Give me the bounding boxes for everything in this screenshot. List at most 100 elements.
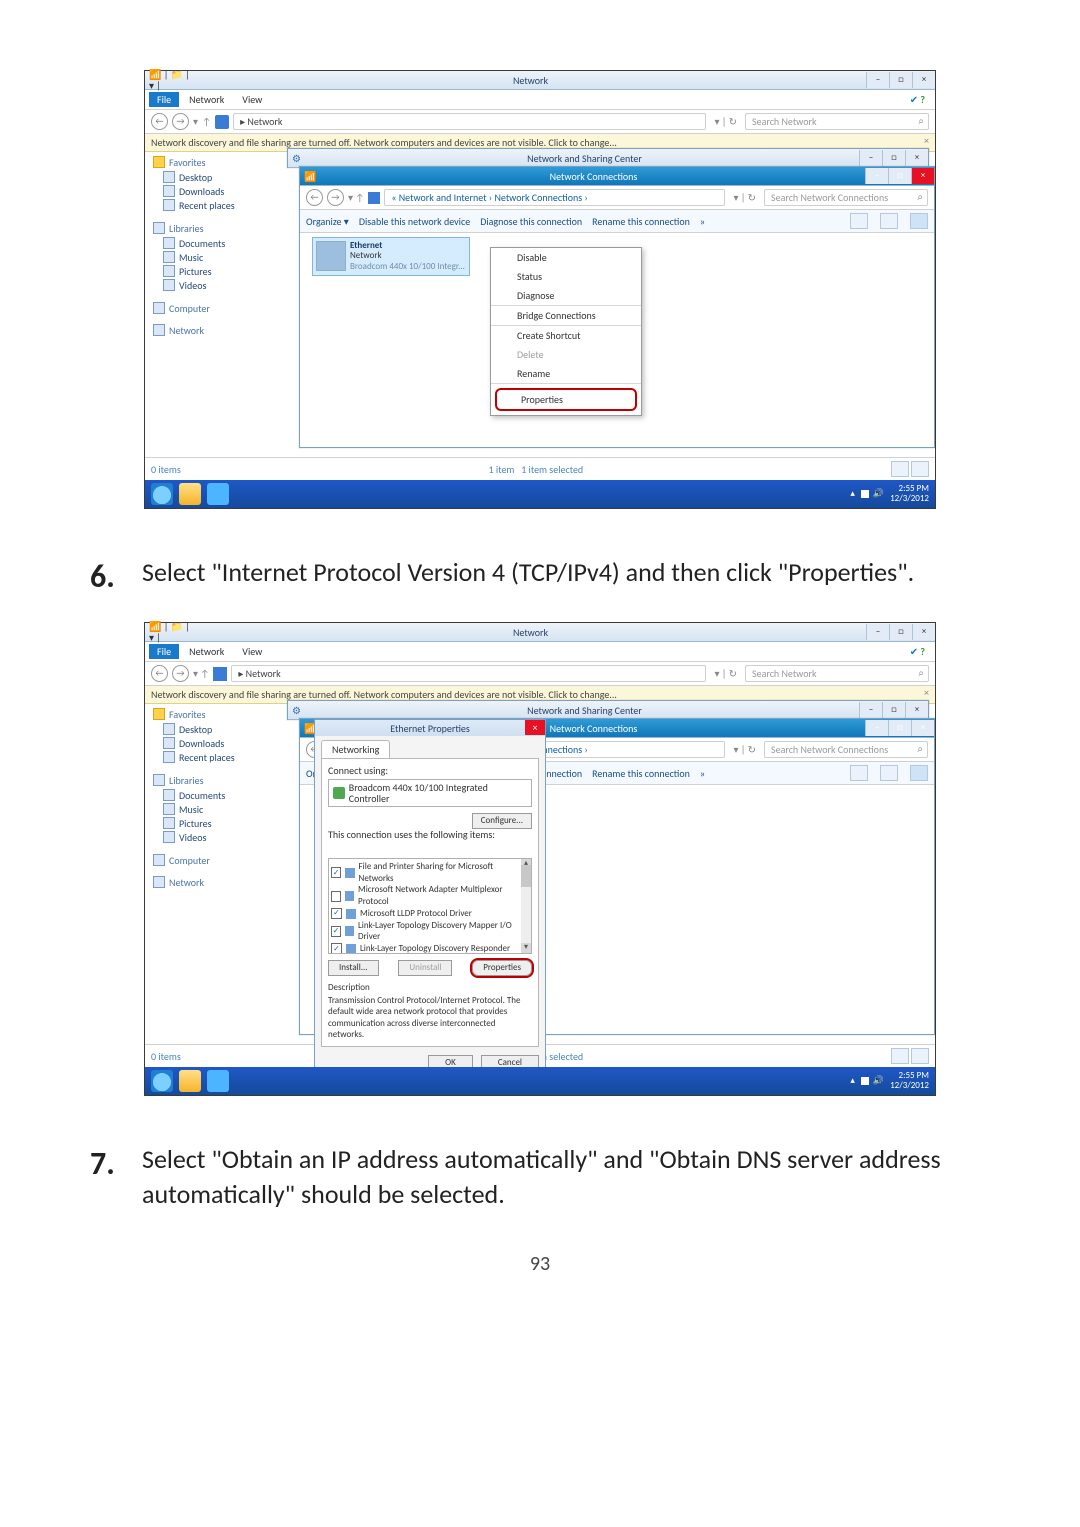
sidebar-network[interactable]: Network xyxy=(169,877,204,888)
breadcrumb[interactable]: ▸ Network xyxy=(233,113,706,130)
view-tiles-button[interactable] xyxy=(911,461,929,477)
protocol-item[interactable]: Microsoft LLDP Protocol Driver xyxy=(331,908,529,920)
checkbox-icon[interactable] xyxy=(331,867,341,878)
sidebar-videos[interactable]: Videos xyxy=(153,278,271,292)
nc-forward-button[interactable]: → xyxy=(327,189,344,206)
cmd-more[interactable]: » xyxy=(700,216,705,227)
taskbar-app-icon[interactable] xyxy=(207,1070,229,1092)
view-details-button[interactable] xyxy=(891,1048,909,1064)
ctx-disable[interactable]: Disable xyxy=(491,248,641,267)
sidebar-music[interactable]: Music xyxy=(153,250,271,264)
protocol-listbox[interactable]: File and Printer Sharing for Microsoft N… xyxy=(328,858,532,954)
nc-minimize-button[interactable]: – xyxy=(865,168,888,184)
sidebar-favorites[interactable]: Favorites xyxy=(169,157,206,168)
tab-networking[interactable]: Networking xyxy=(321,740,390,758)
sharing-close-button[interactable]: × xyxy=(905,702,928,718)
sidebar-videos[interactable]: Videos xyxy=(153,830,271,844)
sharing-maximize-button[interactable]: □ xyxy=(882,150,905,166)
ethernet-adapter-tile[interactable]: Ethernet Network Broadcom 440x 10/100 In… xyxy=(312,237,470,276)
sidebar-recent[interactable]: Recent places xyxy=(153,750,271,764)
tray-up-icon[interactable]: ▴ xyxy=(850,1076,855,1086)
tray-network-icon[interactable]: 🔊 xyxy=(873,489,884,499)
search-input[interactable]: Search Network xyxy=(745,113,929,130)
checkbox-icon[interactable] xyxy=(331,908,342,919)
sidebar-libraries[interactable]: Libraries xyxy=(169,223,204,234)
nc-search-input[interactable]: Search Network Connections xyxy=(764,189,928,206)
sidebar-documents[interactable]: Documents xyxy=(153,788,271,802)
menu-view[interactable]: View xyxy=(234,644,270,659)
install-button[interactable]: Install... xyxy=(328,960,379,976)
cmd-rename[interactable]: Rename this connection xyxy=(592,216,690,227)
sidebar-libraries[interactable]: Libraries xyxy=(169,775,204,786)
forward-button[interactable]: → xyxy=(172,665,189,682)
maximize-button[interactable]: □ xyxy=(889,72,912,88)
help-button[interactable] xyxy=(910,765,928,781)
nc-maximize-button[interactable]: □ xyxy=(888,720,911,736)
tray-flag-icon[interactable] xyxy=(861,490,869,498)
window-close-button[interactable]: × xyxy=(912,624,935,640)
infobar-close-icon[interactable]: × xyxy=(924,687,929,698)
sidebar-music[interactable]: Music xyxy=(153,802,271,816)
nc-maximize-button[interactable]: □ xyxy=(888,168,911,184)
cmd-organize[interactable]: Organize xyxy=(306,216,349,227)
sidebar-favorites[interactable]: Favorites xyxy=(169,709,206,720)
back-button[interactable]: ← xyxy=(151,113,168,130)
preview-pane-button[interactable] xyxy=(880,213,898,229)
properties-button[interactable]: Properties xyxy=(472,960,532,976)
dialog-close-button[interactable]: × xyxy=(525,720,545,735)
sharing-minimize-button[interactable]: – xyxy=(859,150,882,166)
back-button[interactable]: ← xyxy=(151,665,168,682)
scroll-thumb[interactable] xyxy=(521,865,531,887)
scrollbar[interactable]: ▴ ▾ xyxy=(521,859,531,953)
sidebar-downloads[interactable]: Downloads xyxy=(153,736,271,750)
taskbar-explorer-icon[interactable] xyxy=(179,1070,201,1092)
nc-search-input[interactable]: Search Network Connections xyxy=(764,741,928,758)
sidebar-network[interactable]: Network xyxy=(169,325,204,336)
view-options-button[interactable] xyxy=(850,213,868,229)
sharing-close-button[interactable]: × xyxy=(905,150,928,166)
ctx-shortcut[interactable]: Create Shortcut xyxy=(491,326,641,345)
nc-breadcrumb[interactable]: « Network and Internet › Network Connect… xyxy=(384,189,725,206)
nc-close-button[interactable]: × xyxy=(911,168,934,184)
checkbox-icon[interactable] xyxy=(331,943,342,954)
minimize-button[interactable]: – xyxy=(866,624,889,640)
sidebar-recent[interactable]: Recent places xyxy=(153,198,271,212)
checkbox-icon[interactable] xyxy=(331,926,341,937)
scroll-down-icon[interactable]: ▾ xyxy=(521,943,531,953)
infobar-close-icon[interactable]: × xyxy=(924,135,929,146)
taskbar-explorer-icon[interactable] xyxy=(179,483,201,505)
protocol-item[interactable]: Link-Layer Topology Discovery Mapper I/O… xyxy=(331,920,529,943)
view-options-button[interactable] xyxy=(850,765,868,781)
view-tiles-button[interactable] xyxy=(911,1048,929,1064)
cmd-rename[interactable]: Rename this connection xyxy=(592,768,690,779)
protocol-item[interactable]: File and Printer Sharing for Microsoft N… xyxy=(331,861,529,884)
ctx-properties[interactable]: Properties xyxy=(495,388,637,411)
taskbar-ie-icon[interactable] xyxy=(151,483,173,505)
sidebar-computer[interactable]: Computer xyxy=(169,303,210,314)
nc-back-button[interactable]: ← xyxy=(306,189,323,206)
sidebar-pictures[interactable]: Pictures xyxy=(153,816,271,830)
protocol-item[interactable]: Microsoft Network Adapter Multiplexor Pr… xyxy=(331,884,529,907)
protocol-item[interactable]: Link-Layer Topology Discovery Responder xyxy=(331,943,529,954)
menu-network[interactable]: Network xyxy=(181,644,232,659)
menu-file[interactable]: File xyxy=(149,92,179,107)
taskbar-app-icon[interactable] xyxy=(207,483,229,505)
taskbar-ie-icon[interactable] xyxy=(151,1070,173,1092)
view-details-button[interactable] xyxy=(891,461,909,477)
breadcrumb[interactable]: ▸ Network xyxy=(231,665,706,682)
configure-button[interactable]: Configure... xyxy=(472,813,532,829)
sidebar-documents[interactable]: Documents xyxy=(153,236,271,250)
preview-pane-button[interactable] xyxy=(880,765,898,781)
sharing-maximize-button[interactable]: □ xyxy=(882,702,905,718)
sidebar-desktop[interactable]: Desktop xyxy=(153,722,271,736)
tray-network-icon[interactable]: 🔊 xyxy=(873,1076,884,1086)
sharing-minimize-button[interactable]: – xyxy=(859,702,882,718)
cmd-diagnose[interactable]: Diagnose this connection xyxy=(480,216,582,227)
ctx-status[interactable]: Status xyxy=(491,267,641,286)
menu-network[interactable]: Network xyxy=(181,92,232,107)
help-button[interactable] xyxy=(910,213,928,229)
menu-view[interactable]: View xyxy=(234,92,270,107)
sidebar-pictures[interactable]: Pictures xyxy=(153,264,271,278)
cmd-disable-device[interactable]: Disable this network device xyxy=(359,216,470,227)
nc-minimize-button[interactable]: – xyxy=(865,720,888,736)
